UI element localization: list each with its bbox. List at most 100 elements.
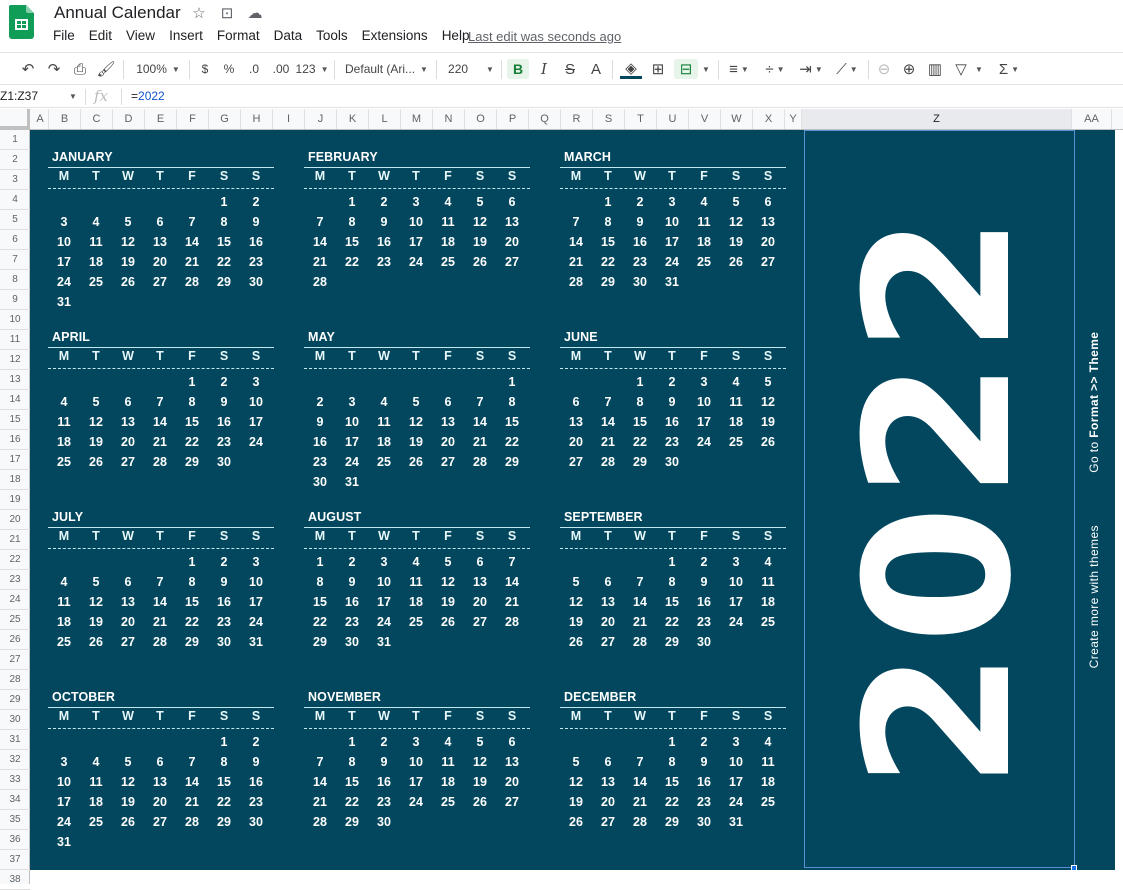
day-cell[interactable]: 8 <box>176 395 208 409</box>
day-cell[interactable]: 30 <box>368 815 400 829</box>
day-cell[interactable]: 29 <box>208 815 240 829</box>
column-header-m[interactable]: M <box>401 109 433 129</box>
day-cell[interactable]: 30 <box>624 275 656 289</box>
day-cell[interactable]: 11 <box>432 755 464 769</box>
day-cell[interactable]: 1 <box>304 555 336 569</box>
day-cell[interactable]: 14 <box>304 235 336 249</box>
day-cell[interactable]: 24 <box>368 615 400 629</box>
column-header-h[interactable]: H <box>241 109 273 129</box>
day-cell[interactable]: 23 <box>336 615 368 629</box>
day-cell[interactable]: 8 <box>496 395 528 409</box>
day-cell[interactable]: 17 <box>240 415 272 429</box>
day-cell[interactable]: 15 <box>208 235 240 249</box>
day-cell[interactable]: 18 <box>720 415 752 429</box>
day-cell[interactable]: 2 <box>688 555 720 569</box>
day-cell[interactable]: 2 <box>304 395 336 409</box>
day-cell[interactable]: 31 <box>336 475 368 489</box>
move-to-folder-icon[interactable]: ⊡ <box>218 4 236 22</box>
day-cell[interactable]: 24 <box>720 795 752 809</box>
day-cell[interactable]: 29 <box>208 275 240 289</box>
row-header-3[interactable]: 3 <box>0 170 30 190</box>
day-cell[interactable]: 8 <box>656 575 688 589</box>
day-cell[interactable]: 23 <box>208 615 240 629</box>
day-cell[interactable]: 25 <box>48 635 80 649</box>
day-cell[interactable]: 9 <box>240 755 272 769</box>
column-header-t[interactable]: T <box>625 109 657 129</box>
column-header-q[interactable]: Q <box>529 109 561 129</box>
day-cell[interactable]: 28 <box>176 275 208 289</box>
day-cell[interactable]: 5 <box>400 395 432 409</box>
day-cell[interactable]: 6 <box>432 395 464 409</box>
day-cell[interactable]: 19 <box>432 595 464 609</box>
day-cell[interactable]: 1 <box>208 735 240 749</box>
day-cell[interactable]: 1 <box>336 735 368 749</box>
day-cell[interactable]: 14 <box>624 775 656 789</box>
day-cell[interactable]: 8 <box>592 215 624 229</box>
day-cell[interactable]: 1 <box>624 375 656 389</box>
day-cell[interactable]: 23 <box>688 795 720 809</box>
day-cell[interactable]: 29 <box>176 635 208 649</box>
day-cell[interactable]: 28 <box>624 815 656 829</box>
row-header-19[interactable]: 19 <box>0 490 30 510</box>
day-cell[interactable]: 11 <box>432 215 464 229</box>
day-cell[interactable]: 7 <box>624 755 656 769</box>
day-cell[interactable]: 9 <box>336 575 368 589</box>
column-header-x[interactable]: X <box>753 109 785 129</box>
day-cell[interactable]: 17 <box>400 235 432 249</box>
row-header-18[interactable]: 18 <box>0 470 30 490</box>
day-cell[interactable]: 7 <box>304 755 336 769</box>
day-cell[interactable]: 7 <box>176 755 208 769</box>
day-cell[interactable]: 26 <box>112 815 144 829</box>
day-cell[interactable]: 19 <box>752 415 784 429</box>
day-cell[interactable]: 24 <box>240 435 272 449</box>
row-header-38[interactable]: 38 <box>0 870 30 890</box>
day-cell[interactable]: 7 <box>496 555 528 569</box>
menu-view[interactable]: View <box>126 28 161 43</box>
day-cell[interactable]: 5 <box>112 755 144 769</box>
day-cell[interactable]: 15 <box>624 415 656 429</box>
day-cell[interactable]: 19 <box>464 235 496 249</box>
last-edit-link[interactable]: Last edit was seconds ago <box>468 29 621 44</box>
day-cell[interactable]: 12 <box>80 415 112 429</box>
day-cell[interactable]: 7 <box>144 575 176 589</box>
merge-cells-icon[interactable]: ⊟ <box>674 59 698 79</box>
day-cell[interactable]: 1 <box>496 375 528 389</box>
day-cell[interactable]: 11 <box>48 595 80 609</box>
day-cell[interactable]: 3 <box>720 555 752 569</box>
row-header-1[interactable]: 1 <box>0 130 30 150</box>
day-cell[interactable]: 10 <box>656 215 688 229</box>
day-cell[interactable]: 21 <box>304 795 336 809</box>
day-cell[interactable]: 20 <box>112 615 144 629</box>
day-cell[interactable]: 20 <box>432 435 464 449</box>
day-cell[interactable]: 2 <box>368 195 400 209</box>
day-cell[interactable]: 10 <box>240 395 272 409</box>
day-cell[interactable]: 9 <box>208 575 240 589</box>
day-cell[interactable]: 22 <box>304 615 336 629</box>
day-cell[interactable]: 23 <box>240 795 272 809</box>
row-header-5[interactable]: 5 <box>0 210 30 230</box>
day-cell[interactable]: 3 <box>656 195 688 209</box>
column-header-e[interactable]: E <box>145 109 177 129</box>
day-cell[interactable]: 22 <box>592 255 624 269</box>
day-cell[interactable]: 24 <box>688 435 720 449</box>
day-cell[interactable]: 13 <box>144 775 176 789</box>
day-cell[interactable]: 27 <box>112 635 144 649</box>
day-cell[interactable]: 30 <box>688 635 720 649</box>
row-header-36[interactable]: 36 <box>0 830 30 850</box>
row-header-28[interactable]: 28 <box>0 670 30 690</box>
day-cell[interactable]: 28 <box>592 455 624 469</box>
day-cell[interactable]: 10 <box>48 235 80 249</box>
row-header-35[interactable]: 35 <box>0 810 30 830</box>
day-cell[interactable]: 6 <box>752 195 784 209</box>
day-cell[interactable]: 5 <box>80 575 112 589</box>
day-cell[interactable]: 15 <box>496 415 528 429</box>
day-cell[interactable]: 28 <box>144 635 176 649</box>
day-cell[interactable]: 19 <box>112 255 144 269</box>
day-cell[interactable]: 17 <box>240 595 272 609</box>
day-cell[interactable]: 25 <box>80 275 112 289</box>
day-cell[interactable]: 20 <box>496 775 528 789</box>
day-cell[interactable]: 26 <box>80 635 112 649</box>
day-cell[interactable]: 26 <box>560 635 592 649</box>
column-header-i[interactable]: I <box>273 109 305 129</box>
row-header-30[interactable]: 30 <box>0 710 30 730</box>
